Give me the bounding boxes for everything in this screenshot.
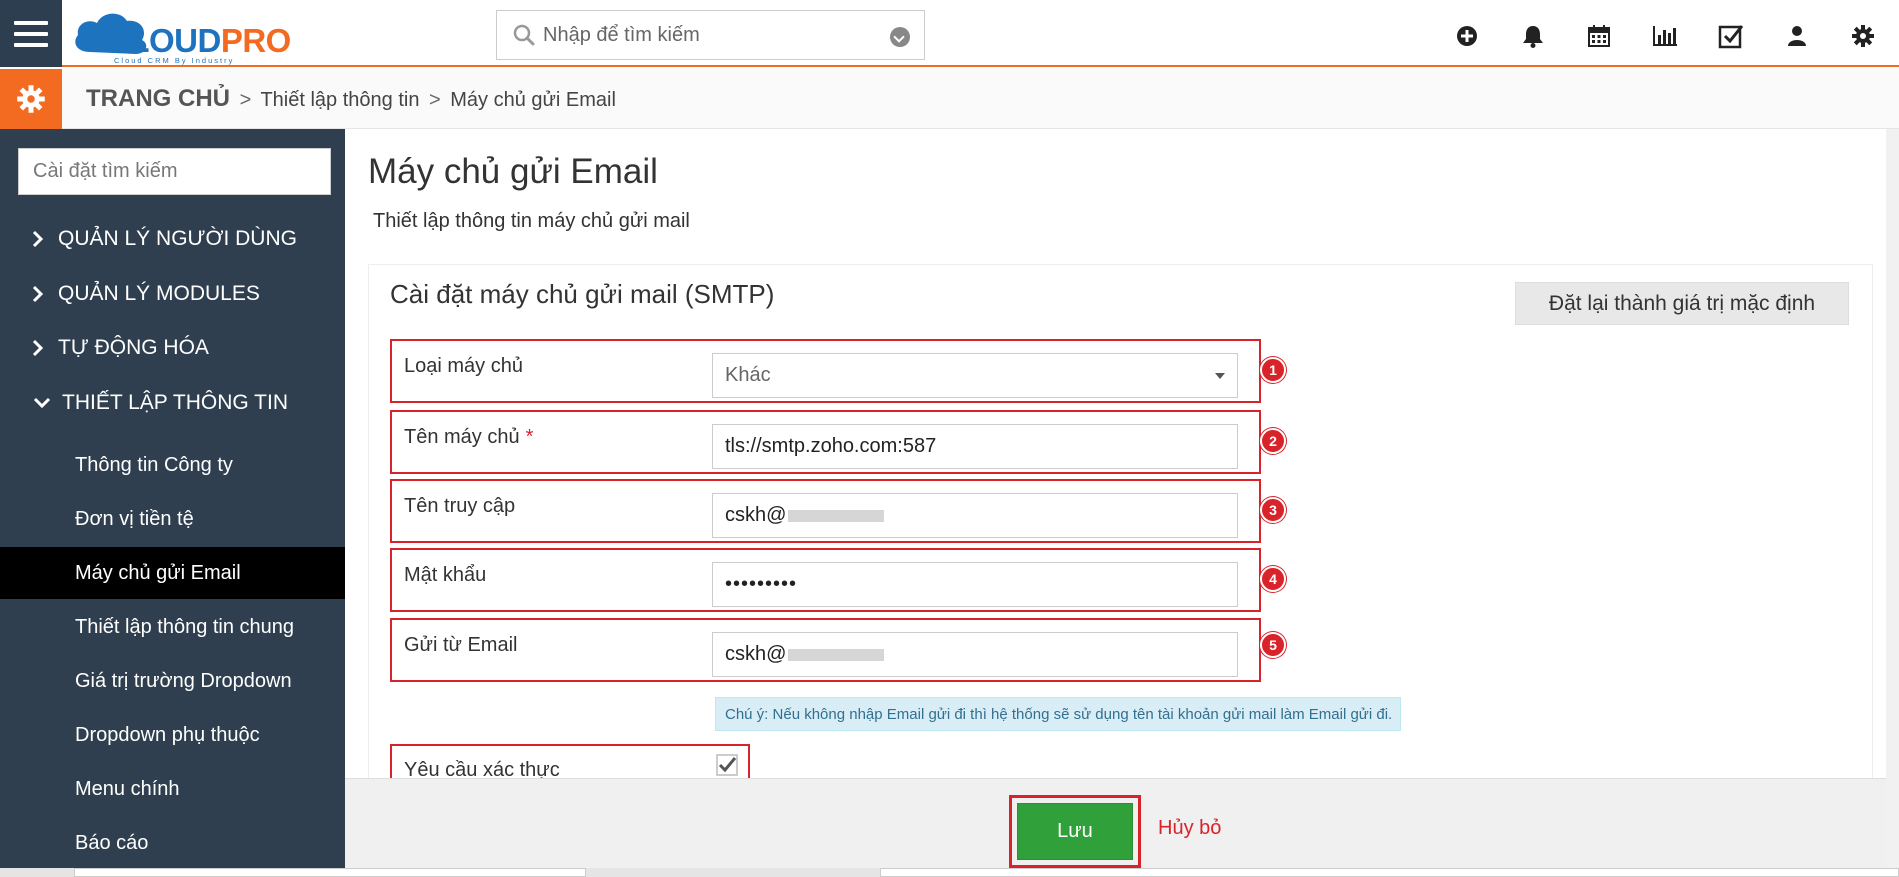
server-name-input[interactable] xyxy=(712,424,1238,469)
bar-chart-icon[interactable] xyxy=(1649,20,1681,52)
sidebar-item-reports[interactable]: Báo cáo xyxy=(0,817,345,869)
breadcrumb-level1[interactable]: Thiết lập thông tin xyxy=(260,89,419,111)
vertical-scrollbar[interactable] xyxy=(1886,129,1899,868)
password-label: Mật khẩu xyxy=(404,564,487,586)
server-type-row: Loại máy chủ Khác xyxy=(390,339,1261,403)
global-search xyxy=(496,10,925,60)
sidebar-item-general-settings[interactable]: Thiết lập thông tin chung xyxy=(0,601,345,653)
sidebar-section-automation[interactable]: TỰ ĐỘNG HÓA xyxy=(0,323,345,373)
sidebar-item-email-server[interactable]: Máy chủ gửi Email xyxy=(0,547,345,599)
from-email-input[interactable]: cskh@ xyxy=(712,632,1238,677)
logo-text-main: CLOUD xyxy=(106,22,221,59)
scrollbar-track-segment xyxy=(880,868,1899,877)
sidebar-item-dependent-dropdown[interactable]: Dropdown phụ thuộc xyxy=(0,709,345,761)
bell-icon[interactable] xyxy=(1517,20,1549,52)
sidebar-section-user-management[interactable]: QUẢN LÝ NGƯỜI DÙNG xyxy=(0,214,345,264)
breadcrumb-bar: TRANG CHỦ > Thiết lập thông tin > Máy ch… xyxy=(0,69,1899,129)
settings-search-input[interactable] xyxy=(18,148,331,195)
breadcrumb-home[interactable]: TRANG CHỦ xyxy=(86,85,230,112)
app-window: CLOUDPRO Cloud CRM By Industry Nhập để t… xyxy=(0,0,1899,877)
top-bar: CLOUDPRO Cloud CRM By Industry xyxy=(0,0,1899,67)
settings-gear-icon[interactable] xyxy=(0,69,62,129)
chevron-right-icon xyxy=(18,230,58,248)
reset-defaults-button[interactable]: Đặt lại thành giá trị mặc định xyxy=(1515,282,1849,325)
username-row: Tên truy cập cskh@ xyxy=(390,479,1261,543)
sidebar-section-modules[interactable]: QUẢN LÝ MODULES xyxy=(0,269,345,319)
panel-title: Cài đặt máy chủ gửi mail (SMTP) xyxy=(390,279,775,309)
sidebar-item-dropdown-values[interactable]: Giá trị trường Dropdown xyxy=(0,655,345,707)
server-type-select[interactable]: Khác xyxy=(712,353,1238,398)
server-type-label: Loại máy chủ xyxy=(404,355,523,377)
redacted-text xyxy=(788,509,885,522)
sidebar: QUẢN LÝ NGƯỜI DÙNG QUẢN LÝ MODULES TỰ ĐỘ… xyxy=(0,129,345,877)
step-badge: 4 xyxy=(1260,566,1286,592)
user-icon[interactable] xyxy=(1781,20,1813,52)
page-subtitle: Thiết lập thông tin máy chủ gửi mail xyxy=(373,210,690,232)
breadcrumb-separator: > xyxy=(429,89,441,111)
breadcrumb: TRANG CHỦ > Thiết lập thông tin > Máy ch… xyxy=(86,85,616,113)
save-button[interactable]: Lưu xyxy=(1017,803,1133,860)
sidebar-section-label: THIẾT LẬP THÔNG TIN xyxy=(62,391,288,414)
save-highlight: Lưu xyxy=(1009,795,1141,868)
sidebar-item-main-menu[interactable]: Menu chính xyxy=(0,763,345,815)
breadcrumb-separator: > xyxy=(239,89,252,111)
sidebar-item-company-info[interactable]: Thông tin Công ty xyxy=(0,439,345,491)
menu-toggle-icon[interactable] xyxy=(0,0,62,67)
from-email-label: Gửi từ Email xyxy=(404,634,518,656)
server-name-label: Tên máy chủ * xyxy=(404,426,534,448)
step-badge: 2 xyxy=(1260,428,1286,454)
chevron-right-icon xyxy=(18,285,58,303)
password-input[interactable]: ••••••••• xyxy=(712,562,1238,607)
sidebar-section-label: TỰ ĐỘNG HÓA xyxy=(58,336,209,359)
step-badge: 1 xyxy=(1260,357,1286,383)
password-row: Mật khẩu ••••••••• xyxy=(390,548,1261,612)
chevron-down-icon xyxy=(22,397,62,409)
redacted-text xyxy=(788,648,885,661)
logo[interactable]: CLOUDPRO Cloud CRM By Industry xyxy=(70,8,300,65)
required-marker: * xyxy=(525,426,534,448)
checkbox-icon[interactable] xyxy=(1715,20,1747,52)
sidebar-section-settings[interactable]: THIẾT LẬP THÔNG TIN xyxy=(0,378,345,428)
global-search-input[interactable] xyxy=(543,20,873,50)
search-icon xyxy=(513,24,535,46)
auth-required-checkbox[interactable] xyxy=(716,754,738,776)
main-content: Máy chủ gửi Email Thiết lập thông tin má… xyxy=(345,129,1899,877)
username-input[interactable]: cskh@ xyxy=(712,493,1238,538)
chevron-right-icon xyxy=(18,339,58,357)
plus-circle-icon[interactable] xyxy=(1451,20,1483,52)
sidebar-item-currency[interactable]: Đơn vị tiền tệ xyxy=(0,493,345,545)
sidebar-section-label: QUẢN LÝ MODULES xyxy=(58,282,260,305)
search-dropdown-icon[interactable] xyxy=(890,27,910,47)
calendar-icon[interactable] xyxy=(1583,20,1615,52)
horizontal-scrollbar[interactable] xyxy=(0,868,1899,877)
step-badge: 3 xyxy=(1260,497,1286,523)
page-title: Máy chủ gửi Email xyxy=(368,152,658,191)
sidebar-section-label: QUẢN LÝ NGƯỜI DÙNG xyxy=(58,227,297,250)
logo-tagline: Cloud CRM By Industry xyxy=(114,56,235,65)
form-footer: Lưu Hủy bỏ xyxy=(345,778,1899,877)
toolbar xyxy=(1451,20,1879,52)
breadcrumb-current: Máy chủ gửi Email xyxy=(450,89,616,111)
logo-text-accent: PRO xyxy=(220,22,292,59)
gear-icon[interactable] xyxy=(1847,20,1879,52)
step-badge: 5 xyxy=(1260,632,1286,658)
info-note: Chú ý: Nếu không nhập Email gửi đi thì h… xyxy=(715,697,1401,731)
server-name-row: Tên máy chủ * xyxy=(390,410,1261,474)
username-label: Tên truy cập xyxy=(404,495,516,517)
from-email-row: Gửi từ Email cskh@ xyxy=(390,618,1261,682)
cancel-link[interactable]: Hủy bỏ xyxy=(1158,817,1221,840)
scrollbar-thumb[interactable] xyxy=(74,868,586,877)
